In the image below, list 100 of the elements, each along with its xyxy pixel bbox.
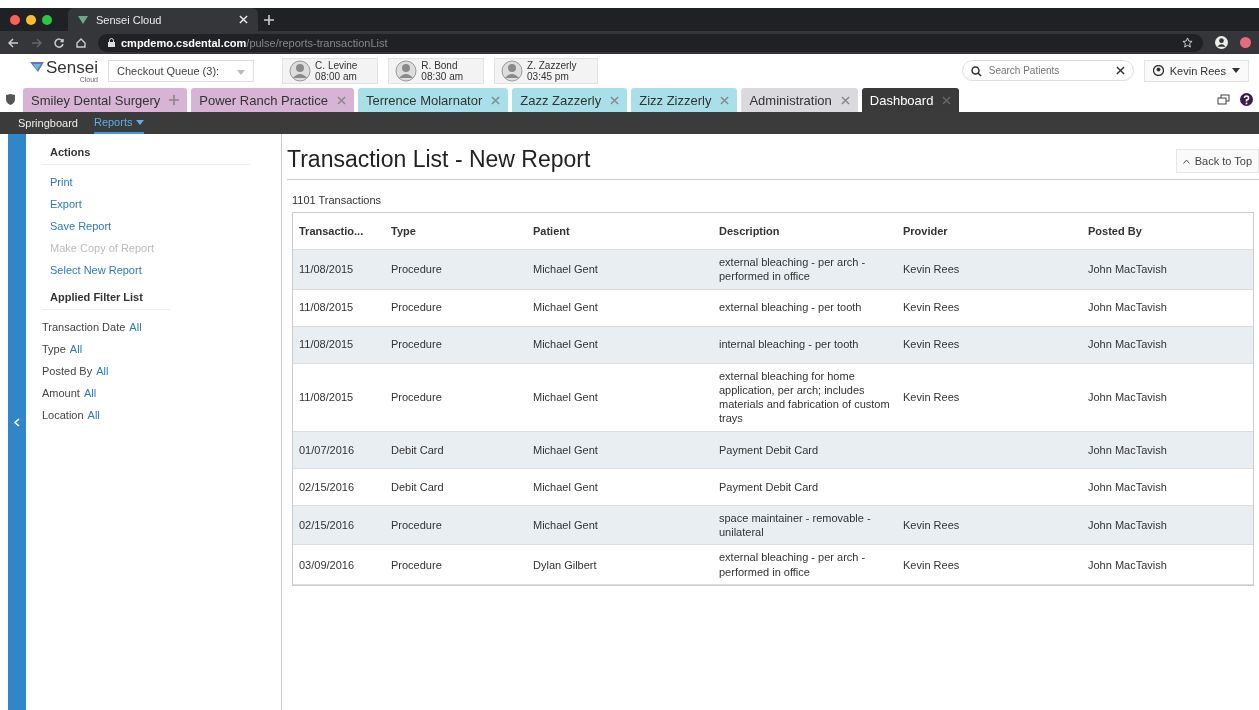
- column-header[interactable]: Patient: [527, 225, 713, 237]
- search-field[interactable]: Search Patients: [961, 60, 1134, 81]
- table-cell: Procedure: [391, 518, 442, 531]
- column-header[interactable]: Type: [385, 225, 527, 237]
- filter-value-link[interactable]: All: [96, 365, 109, 377]
- home-icon[interactable]: [76, 37, 86, 48]
- table-cell: Kevin Rees: [903, 301, 960, 314]
- table-row[interactable]: 02/15/2016 Debit Card Michael Gent Payment Debit Card John MacTavish: [293, 468, 1253, 506]
- tab[interactable]: Zizz Zizzerly: [631, 88, 738, 112]
- table-row[interactable]: 03/09/2016 Procedure Dylan Gilbert external bleaching - per arch - performed in office Kevin Rees John MacTavish: [293, 545, 1253, 585]
- search-icon: [970, 66, 982, 77]
- filter-label: Amount: [42, 387, 80, 399]
- filter-value-link[interactable]: All: [69, 343, 83, 355]
- user-menu-button[interactable]: Kevin Rees: [1143, 59, 1249, 82]
- table-cell: John MacTavish: [1088, 558, 1167, 571]
- filter-value-link[interactable]: All: [83, 387, 97, 399]
- table-cell: internal bleaching - per tooth: [719, 338, 859, 351]
- action-link[interactable]: Select New Report: [42, 259, 281, 281]
- back-to-top-button[interactable]: Back to Top: [1175, 149, 1259, 173]
- section-heading: Actions: [42, 146, 250, 165]
- checkout-queue-dropdown[interactable]: Checkout Queue (3):: [108, 59, 255, 82]
- reload-icon[interactable]: [54, 37, 64, 48]
- table-row[interactable]: 11/08/2015 Procedure Michael Gent external bleaching - per tooth Kevin Rees John MacTavish: [293, 289, 1253, 327]
- column-header[interactable]: Transactio...: [293, 225, 385, 237]
- tab[interactable]: Dashboard: [861, 88, 960, 112]
- table-cell: 11/08/2015: [299, 263, 354, 276]
- user-icon: [1152, 65, 1164, 76]
- action-link[interactable]: Save Report: [42, 215, 281, 237]
- action-link[interactable]: Print: [42, 171, 281, 193]
- table-cell: John MacTavish: [1088, 443, 1167, 456]
- table-cell: Michael Gent: [533, 480, 598, 493]
- table-cell: John MacTavish: [1088, 263, 1167, 276]
- help-icon[interactable]: [1240, 93, 1253, 106]
- column-header[interactable]: Provider: [897, 225, 1082, 237]
- table-cell: 03/09/2016: [299, 558, 355, 571]
- table-cell: Kevin Rees: [903, 391, 960, 404]
- table-cell: external bleaching - per tooth: [719, 301, 862, 314]
- address-bar[interactable]: cmpdemo.csdental.com/pulse/reports-transactionList: [98, 33, 1203, 52]
- clear-icon[interactable]: [1115, 66, 1125, 75]
- appointment-chip[interactable]: R. Bond 08:30 am: [388, 57, 485, 84]
- extension-icon[interactable]: [1240, 37, 1251, 48]
- favicon-icon: [78, 15, 88, 24]
- lock-icon: [108, 38, 115, 47]
- profile-icon[interactable]: [1215, 36, 1228, 49]
- table-cell: 02/15/2016: [299, 518, 355, 531]
- table-cell: space maintainer - removable - unilateral: [719, 511, 871, 539]
- table-cell: 02/15/2016: [299, 480, 355, 493]
- windows-icon[interactable]: [1217, 94, 1230, 105]
- minimize-window-icon[interactable]: [26, 14, 36, 25]
- nav-menu-item[interactable]: Springboard: [18, 112, 78, 134]
- table-cell: 11/08/2015: [299, 338, 354, 351]
- filter-value-link[interactable]: All: [87, 409, 100, 421]
- filter-label: Type: [42, 343, 66, 355]
- table-cell: Michael Gent: [533, 391, 598, 404]
- tab[interactable]: Smiley Dental Surgery: [23, 88, 188, 112]
- table-cell: John MacTavish: [1088, 480, 1167, 493]
- table-cell: Procedure: [391, 558, 442, 571]
- table-cell: Kevin Rees: [903, 558, 960, 571]
- table-cell: Kevin Rees: [903, 338, 960, 351]
- table-cell: 01/07/2016: [299, 443, 355, 456]
- filter-value-link[interactable]: All: [129, 321, 142, 333]
- new-tab-icon[interactable]: [264, 14, 274, 25]
- action-link[interactable]: Export: [42, 193, 281, 215]
- table-cell: 11/08/2015: [299, 391, 354, 404]
- report-title: Transaction List - New Report: [287, 146, 591, 173]
- zoom-window-icon[interactable]: [42, 14, 52, 25]
- table-cell: Michael Gent: [533, 338, 598, 351]
- chevron-left-icon[interactable]: [14, 418, 20, 427]
- table-cell: Procedure: [391, 391, 442, 404]
- nav-menu-item[interactable]: Reports: [93, 112, 145, 134]
- table-cell: external bleaching - per arch - performed in office: [719, 256, 866, 283]
- table-cell: external bleaching - per arch - performed in office: [719, 551, 866, 578]
- table-cell: 11/08/2015: [299, 301, 354, 314]
- table-cell: Payment Debit Card: [719, 480, 819, 493]
- appointment-chip[interactable]: C. Levine 08:00 am: [282, 57, 379, 84]
- table-cell: John MacTavish: [1088, 301, 1167, 314]
- appointment-chip[interactable]: Z. Zazzerly 03:45 pm: [494, 57, 598, 84]
- table-row[interactable]: 11/08/2015 Procedure Michael Gent external bleaching - per arch - performed in office Kevin Rees John MacTavish: [293, 250, 1253, 290]
- tab[interactable]: Administration: [741, 88, 858, 112]
- tab[interactable]: Power Ranch Practice: [191, 88, 354, 112]
- table-cell: John MacTavish: [1088, 338, 1167, 351]
- close-window-icon[interactable]: [10, 14, 20, 25]
- table-cell: John MacTavish: [1088, 391, 1167, 404]
- column-header[interactable]: Posted By: [1082, 225, 1253, 237]
- filter-label: Transaction Date: [42, 321, 126, 333]
- filter-label: Posted By: [42, 365, 93, 377]
- table-row[interactable]: 11/08/2015 Procedure Michael Gent internal bleaching - per tooth Kevin Rees John MacTavish: [293, 326, 1253, 364]
- column-header[interactable]: Description: [713, 225, 897, 237]
- tab[interactable]: Zazz Zazzerly: [512, 88, 628, 112]
- back-arrow-icon[interactable]: [8, 37, 19, 48]
- avatar-icon: [501, 59, 524, 82]
- tab[interactable]: Terrence Molarnator: [357, 88, 509, 112]
- browser-tab[interactable]: Sensei Cloud: [68, 8, 258, 31]
- table-row[interactable]: 01/07/2016 Debit Card Michael Gent Payment Debit Card John MacTavish: [293, 431, 1253, 469]
- table-row[interactable]: 11/08/2015 Procedure Michael Gent external bleaching for home application, per arch; includes materials and fabrication of custom trays Kevin Rees John MacTavish: [293, 363, 1253, 432]
- star-icon[interactable]: [1182, 37, 1193, 48]
- table-row[interactable]: 02/15/2016 Procedure Michael Gent space maintainer - removable - unilateral Kevin Rees John MacTavish: [293, 505, 1253, 546]
- logo-icon: [30, 62, 44, 72]
- table-cell: Debit Card: [391, 480, 444, 493]
- filter-label: Location: [42, 409, 84, 421]
